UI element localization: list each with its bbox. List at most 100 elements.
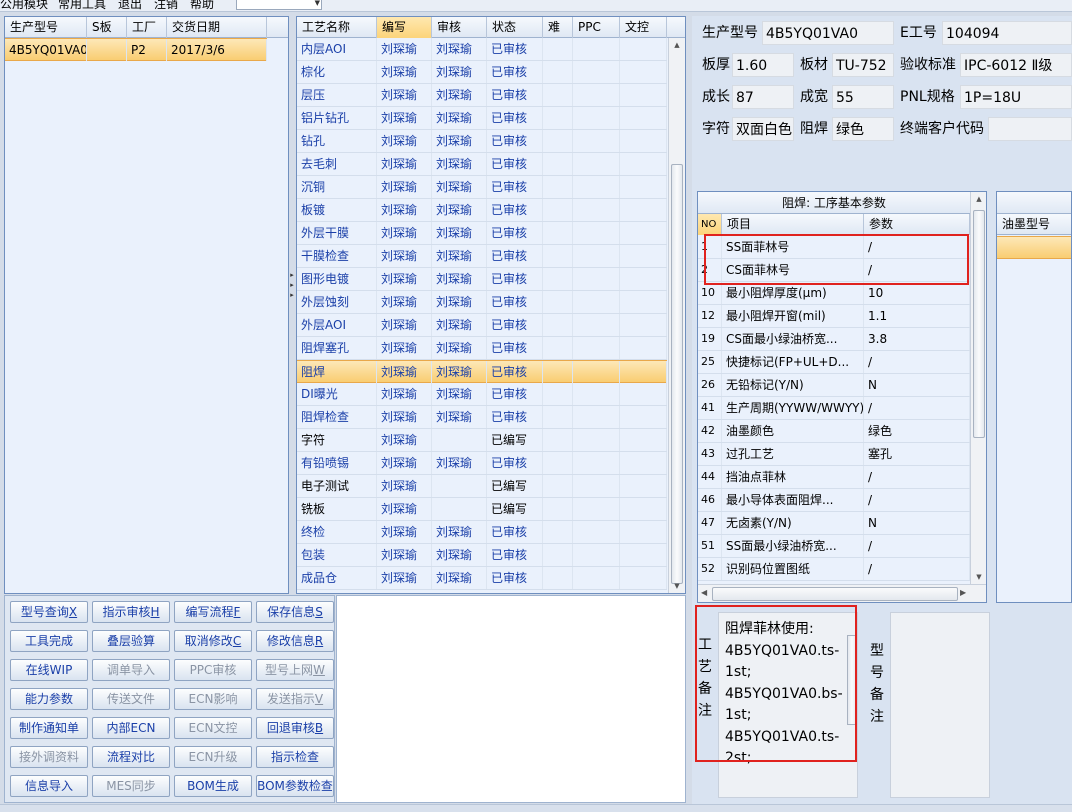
table-row[interactable]: 字符 刘琛瑜 已编写 <box>297 429 667 452</box>
button-14[interactable]: 传送文件 <box>92 688 170 710</box>
button-16[interactable]: 发送指示V <box>256 688 334 710</box>
button-21[interactable]: 接外调资料 <box>10 746 88 768</box>
table-row[interactable]: 层压 刘琛瑜 刘琛瑜 已审核 <box>297 84 667 107</box>
table-row[interactable]: 43 过孔工艺 塞孔 <box>698 443 970 466</box>
col-process-name[interactable]: 工艺名称 <box>297 17 377 38</box>
table-row[interactable] <box>997 236 1071 259</box>
hscroll-thumb[interactable] <box>712 587 958 601</box>
process-scrollbar[interactable]: ▲ ▼ <box>668 38 685 593</box>
table-row[interactable]: 去毛刺 刘琛瑜 刘琛瑜 已审核 <box>297 153 667 176</box>
table-row[interactable]: 51 SS面最小绿油桥宽... / <box>698 535 970 558</box>
table-row[interactable]: 阻焊塞孔 刘琛瑜 刘琛瑜 已审核 <box>297 337 667 360</box>
button-18[interactable]: 内部ECN <box>92 717 170 739</box>
scroll-left-icon[interactable]: ◀ <box>701 588 707 597</box>
table-row[interactable]: 有铅喷锡 刘琛瑜 刘琛瑜 已审核 <box>297 452 667 475</box>
model-remark-textarea[interactable] <box>890 612 990 798</box>
button-23[interactable]: ECN升级 <box>174 746 252 768</box>
button-22[interactable]: 流程对比 <box>92 746 170 768</box>
button-13[interactable]: 能力参数 <box>10 688 88 710</box>
table-row[interactable]: 41 生产周期(YYWW/WWYY) / <box>698 397 970 420</box>
customer-field[interactable] <box>988 117 1072 141</box>
table-row[interactable]: 铝片钻孔 刘琛瑜 刘琛瑜 已审核 <box>297 107 667 130</box>
scroll-thumb[interactable] <box>973 210 985 438</box>
table-row[interactable]: 19 CS面最小绿油桥宽... 3.8 <box>698 328 970 351</box>
button-6[interactable]: 叠层验算 <box>92 630 170 652</box>
table-row[interactable]: 52 识别码位置图纸 / <box>698 558 970 581</box>
menu-help[interactable]: 帮助 <box>190 0 214 11</box>
col-no[interactable]: NO <box>698 214 722 235</box>
eng-field[interactable]: 104094 <box>942 21 1072 45</box>
table-row[interactable]: 干膜检查 刘琛瑜 刘琛瑜 已审核 <box>297 245 667 268</box>
col-item[interactable]: 项目 <box>722 214 864 235</box>
params-scrollbar[interactable]: ▲ ▼ <box>970 192 986 584</box>
table-row[interactable]: 图形电镀 刘琛瑜 刘琛瑜 已审核 <box>297 268 667 291</box>
scroll-up-icon[interactable]: ▲ <box>669 38 685 52</box>
width-field[interactable]: 55 <box>832 85 894 109</box>
scroll-up-icon[interactable]: ▲ <box>971 192 986 206</box>
button-4[interactable]: 保存信息S <box>256 601 334 623</box>
scroll-down-icon[interactable]: ▼ <box>971 570 986 584</box>
table-row[interactable]: 外层干膜 刘琛瑜 刘琛瑜 已审核 <box>297 222 667 245</box>
table-row[interactable]: 47 无卤素(Y/N) N <box>698 512 970 535</box>
table-row[interactable]: 46 最小导体表面阻焊... / <box>698 489 970 512</box>
table-row[interactable]: 铣板 刘琛瑜 已编写 <box>297 498 667 521</box>
button-20[interactable]: 回退审核B <box>256 717 334 739</box>
button-26[interactable]: MES同步 <box>92 775 170 797</box>
menu-exit[interactable]: 退出 <box>118 0 142 11</box>
button-8[interactable]: 修改信息R <box>256 630 334 652</box>
button-11[interactable]: PPC审核 <box>174 659 252 681</box>
thickness-field[interactable]: 1.60 <box>732 53 794 77</box>
menu-common-tools[interactable]: 常用工具 <box>58 0 106 11</box>
button-28[interactable]: BOM参数检查 <box>256 775 334 797</box>
table-row[interactable]: 棕化 刘琛瑜 刘琛瑜 已审核 <box>297 61 667 84</box>
table-row[interactable]: 内层AOI 刘琛瑜 刘琛瑜 已审核 <box>297 38 667 61</box>
button-9[interactable]: 在线WIP <box>10 659 88 681</box>
button-25[interactable]: 信息导入 <box>10 775 88 797</box>
col-difficulty[interactable]: 难 <box>543 17 573 38</box>
button-19[interactable]: ECN文控 <box>174 717 252 739</box>
table-row[interactable]: 终检 刘琛瑜 刘琛瑜 已审核 <box>297 521 667 544</box>
scroll-right-icon[interactable]: ▶ <box>960 588 966 597</box>
button-3[interactable]: 编写流程F <box>174 601 252 623</box>
table-row[interactable]: 外层蚀刻 刘琛瑜 刘琛瑜 已审核 <box>297 291 667 314</box>
mask-field[interactable]: 绿色 <box>832 117 894 141</box>
table-row[interactable]: 阻焊 刘琛瑜 刘琛瑜 已审核 <box>297 360 667 383</box>
button-27[interactable]: BOM生成 <box>174 775 252 797</box>
col-ink-model[interactable]: 油墨型号 <box>997 214 1071 235</box>
col-doc-control[interactable]: 文控 <box>620 17 667 38</box>
table-row[interactable]: 4B5YQ01VA0 P2 2017/3/6 <box>5 38 267 61</box>
col-reviewer[interactable]: 审核 <box>432 17 487 38</box>
model-field[interactable]: 4B5YQ01VA0 <box>762 21 894 45</box>
col-s-board[interactable]: S板 <box>87 17 127 38</box>
col-delivery-date[interactable]: 交货日期 <box>167 17 267 38</box>
scroll-down-icon[interactable]: ▼ <box>669 579 685 593</box>
col-param[interactable]: 参数 <box>864 214 970 235</box>
char-field[interactable]: 双面白色 <box>732 117 794 141</box>
table-row[interactable]: 25 快捷标记(FP+UL+D... / <box>698 351 970 374</box>
table-row[interactable]: 包装 刘琛瑜 刘琛瑜 已审核 <box>297 544 667 567</box>
col-model[interactable]: 生产型号 <box>5 17 87 38</box>
button-12[interactable]: 型号上网W <box>256 659 334 681</box>
button-10[interactable]: 调单导入 <box>92 659 170 681</box>
table-row[interactable]: 成品仓 刘琛瑜 刘琛瑜 已审核 <box>297 567 667 590</box>
table-row[interactable]: 26 无铅标记(Y/N) N <box>698 374 970 397</box>
button-1[interactable]: 型号查询X <box>10 601 88 623</box>
col-status[interactable]: 状态 <box>487 17 543 38</box>
button-5[interactable]: 工具完成 <box>10 630 88 652</box>
button-17[interactable]: 制作通知单 <box>10 717 88 739</box>
splitter-grip[interactable]: ▸ ▸ ▸ <box>289 270 295 330</box>
standard-field[interactable]: IPC-6012 Ⅱ级 <box>960 53 1072 77</box>
menu-public-modules[interactable]: 公用模块 <box>0 0 48 11</box>
menu-combo-box[interactable]: ▼ <box>236 0 322 10</box>
table-row[interactable]: 板镀 刘琛瑜 刘琛瑜 已审核 <box>297 199 667 222</box>
col-factory[interactable]: 工厂 <box>127 17 167 38</box>
length-field[interactable]: 87 <box>732 85 794 109</box>
params-hscrollbar[interactable]: ◀ ▶ <box>698 584 986 602</box>
material-field[interactable]: TU-752 <box>832 53 894 77</box>
col-writer[interactable]: 编写 <box>377 17 432 38</box>
scroll-thumb[interactable] <box>671 164 683 584</box>
button-2[interactable]: 指示审核H <box>92 601 170 623</box>
menu-logout[interactable]: 注销 <box>154 0 178 11</box>
button-7[interactable]: 取消修改C <box>174 630 252 652</box>
col-ppc[interactable]: PPC <box>573 17 620 38</box>
